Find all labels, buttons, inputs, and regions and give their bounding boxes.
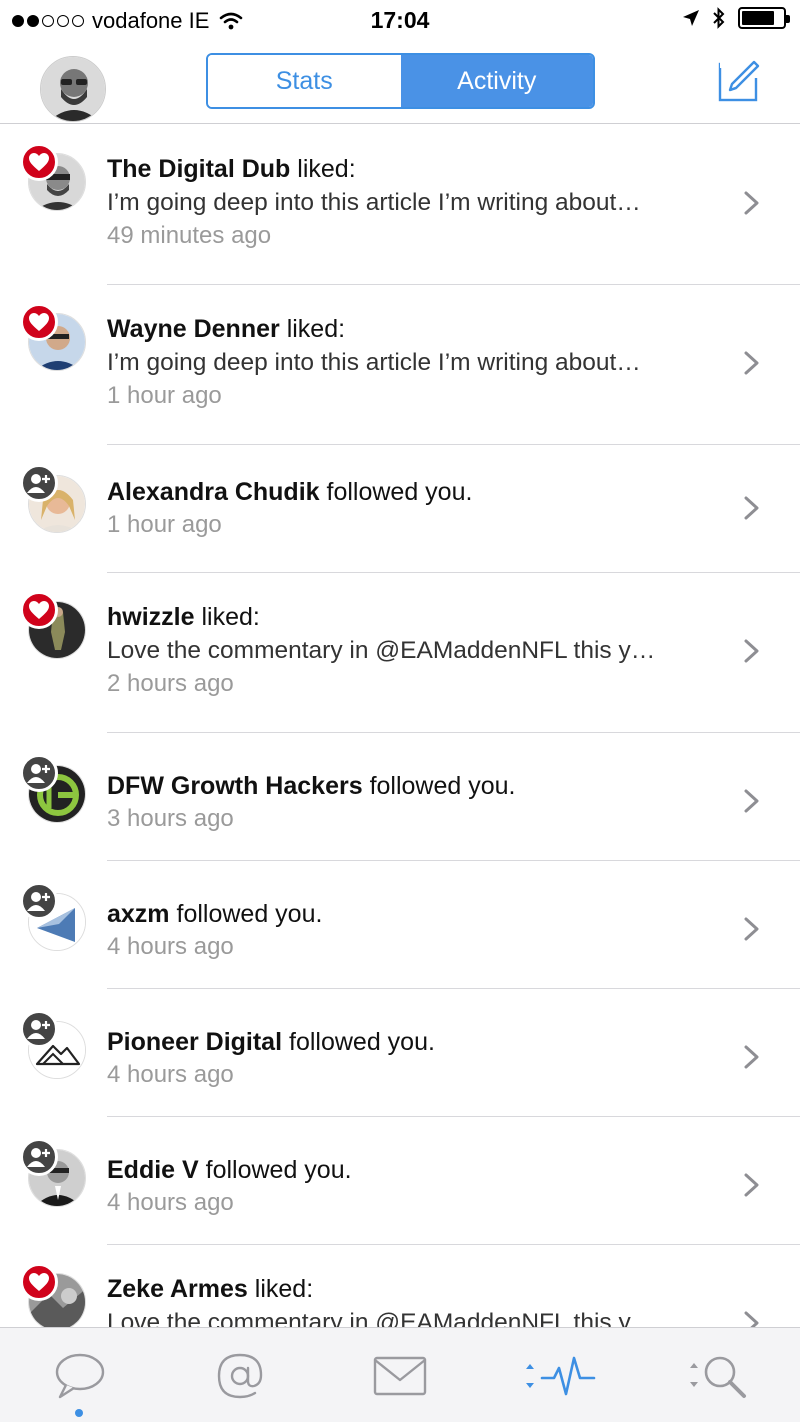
action-text: followed you.	[205, 1156, 352, 1184]
tab-bar	[0, 1327, 800, 1422]
clock: 17:04	[370, 7, 430, 33]
timestamp: 1 hour ago	[107, 511, 222, 538]
timestamp: 49 minutes ago	[107, 222, 272, 249]
timestamp: 4 hours ago	[107, 1061, 234, 1088]
chevron-right-icon	[744, 496, 759, 520]
timestamp: 1 hour ago	[107, 382, 222, 409]
activity-row[interactable]: Eddie V followed you. 4 hours ago	[0, 1117, 800, 1245]
tab-mentions[interactable]	[160, 1328, 320, 1422]
tab-activity[interactable]	[480, 1328, 640, 1422]
user-name[interactable]: Pioneer Digital	[107, 1028, 282, 1056]
search-icon	[690, 1356, 746, 1398]
timestamp: 4 hours ago	[107, 933, 234, 960]
activity-pulse-icon	[526, 1356, 596, 1395]
user-name[interactable]: hwizzle	[107, 603, 195, 631]
activity-row[interactable]: axzm followed you. 4 hours ago	[0, 861, 800, 989]
tab-messages[interactable]	[320, 1328, 480, 1422]
segment-stats[interactable]: Stats	[208, 55, 401, 107]
chevron-right-icon	[744, 1173, 759, 1197]
add-follower-icon	[20, 882, 58, 920]
chevron-right-icon	[744, 639, 759, 663]
add-follower-icon	[20, 1010, 58, 1048]
action-text: followed you.	[289, 1028, 435, 1056]
chevron-right-icon	[744, 1311, 759, 1327]
timestamp: 4 hours ago	[107, 1189, 234, 1216]
action-text: liked:	[254, 1275, 314, 1303]
envelope-icon	[373, 1356, 427, 1395]
post-snippet: I’m going deep into this article I’m wri…	[107, 189, 641, 216]
chevron-right-icon	[744, 191, 759, 215]
activity-row[interactable]: Zeke Armes liked: Love the commentary in…	[0, 1245, 800, 1327]
action-text: liked:	[286, 315, 346, 343]
speech-bubble-icon	[55, 1353, 105, 1398]
avatar-photo	[41, 57, 105, 121]
chevron-right-icon	[744, 917, 759, 941]
location-arrow-icon	[683, 10, 699, 26]
chevron-right-icon	[744, 1045, 759, 1069]
post-snippet: Love the commentary in @EAMaddenNFL this…	[107, 637, 656, 664]
activity-row[interactable]: The Digital Dub liked: I’m going deep in…	[0, 125, 800, 285]
profile-avatar[interactable]	[40, 56, 106, 122]
action-text: followed you.	[176, 900, 323, 928]
battery-level	[742, 11, 774, 25]
mention-icon	[217, 1353, 263, 1398]
navigation-bar: Stats Activity	[0, 40, 800, 124]
heart-icon	[20, 143, 58, 181]
action-text: followed you.	[369, 772, 516, 800]
battery-icon	[738, 7, 790, 29]
unread-indicator	[75, 1409, 83, 1417]
user-name[interactable]: Wayne Denner	[107, 315, 280, 343]
user-name[interactable]: DFW Growth Hackers	[107, 772, 363, 800]
tab-timeline[interactable]	[0, 1328, 160, 1422]
activity-row[interactable]: Wayne Denner liked: I’m going deep into …	[0, 285, 800, 445]
activity-feed: The Digital Dub liked: I’m going deep in…	[0, 125, 800, 1327]
action-text: liked:	[297, 155, 356, 183]
action-text: liked:	[201, 603, 260, 631]
user-name[interactable]: Alexandra Chudik	[107, 478, 320, 506]
chevron-right-icon	[744, 789, 759, 813]
timestamp: 2 hours ago	[107, 670, 234, 697]
heart-icon	[20, 591, 58, 629]
tab-search[interactable]	[640, 1328, 800, 1422]
heart-icon	[20, 1263, 58, 1301]
status-bar: vodafone IE 17:04	[0, 0, 800, 40]
user-name[interactable]: Zeke Armes	[107, 1275, 248, 1303]
add-follower-icon	[20, 754, 58, 792]
activity-row[interactable]: Alexandra Chudik followed you. 1 hour ag…	[0, 445, 800, 573]
user-name[interactable]: The Digital Dub	[107, 155, 290, 183]
stats-activity-segmented-control: Stats Activity	[206, 53, 595, 109]
heart-icon	[20, 303, 58, 341]
segment-activity[interactable]: Activity	[400, 55, 593, 107]
status-icons	[682, 7, 790, 29]
chevron-right-icon	[744, 351, 759, 375]
activity-row[interactable]: DFW Growth Hackers followed you. 3 hours…	[0, 733, 800, 861]
user-name[interactable]: Eddie V	[107, 1156, 199, 1184]
add-follower-icon	[20, 464, 58, 502]
activity-row[interactable]: Pioneer Digital followed you. 4 hours ag…	[0, 989, 800, 1117]
timestamp: 3 hours ago	[107, 805, 234, 832]
post-snippet: Love the commentary in @EAMaddenNFL this…	[107, 1309, 656, 1327]
user-name[interactable]: axzm	[107, 900, 170, 928]
post-snippet: I’m going deep into this article I’m wri…	[107, 349, 641, 376]
action-text: followed you.	[326, 478, 473, 506]
compose-icon[interactable]	[718, 58, 762, 102]
bluetooth-icon	[713, 7, 725, 29]
activity-row[interactable]: hwizzle liked: Love the commentary in @E…	[0, 573, 800, 733]
add-follower-icon	[20, 1138, 58, 1176]
